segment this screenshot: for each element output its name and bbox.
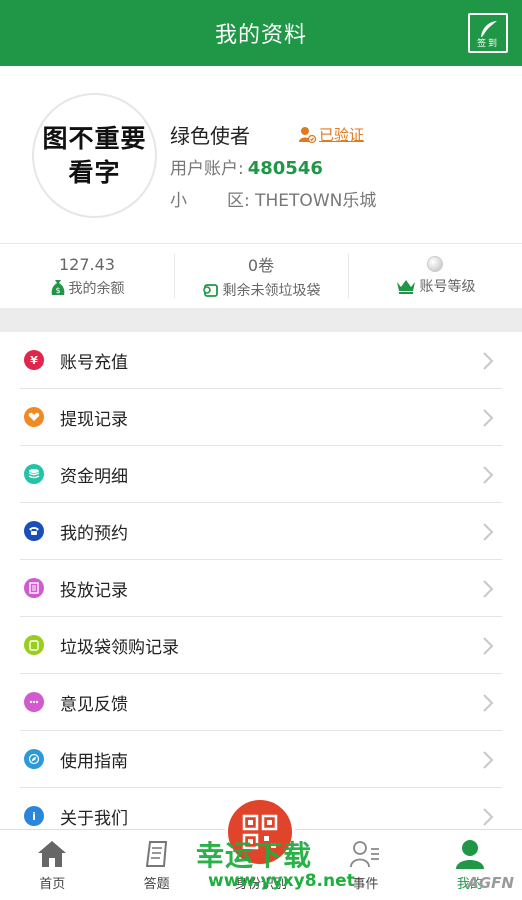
- menu-item-user-guide[interactable]: 使用指南: [20, 731, 502, 788]
- document-icon: [24, 578, 44, 598]
- chevron-right-icon: [483, 523, 494, 541]
- stat-bags[interactable]: 0卷 剩余未领垃圾袋: [174, 244, 348, 308]
- bag-icon: [24, 635, 44, 655]
- balance-value: 127.43: [59, 254, 115, 274]
- chevron-right-icon: [483, 808, 494, 826]
- menu-label: 资金明细: [60, 466, 128, 487]
- community-label-1: 小: [170, 191, 187, 211]
- watermark-brand: AGFN: [467, 874, 514, 892]
- chat-icon: [24, 692, 44, 712]
- compass-icon: [24, 749, 44, 769]
- stat-balance[interactable]: 127.43 $ 我的余额: [0, 244, 174, 308]
- level-label: 账号等级: [419, 279, 476, 295]
- level-badge-icon: [427, 256, 443, 272]
- verified-label: 已验证: [319, 126, 365, 144]
- menu-label: 账号充值: [60, 352, 128, 373]
- money-bag-icon: $: [51, 279, 64, 295]
- account-number: 480546: [247, 158, 323, 179]
- menu-item-disposal-records[interactable]: 投放记录: [20, 560, 502, 617]
- person-icon: [455, 840, 484, 869]
- page-title: 我的资料: [214, 23, 307, 48]
- info-icon: i: [24, 806, 44, 826]
- events-icon: [350, 841, 380, 868]
- nickname: 绿色使者: [170, 124, 250, 148]
- avatar-text-line2: 看字: [68, 157, 121, 187]
- community-value: THETOWN乐城: [255, 191, 377, 211]
- tab-quiz[interactable]: 答题: [104, 830, 208, 900]
- profile-card: 图不重要 看字 绿色使者 已验证 用户账户: 480546 小 区: THETOWN…: [0, 66, 522, 244]
- chevron-right-icon: [483, 352, 494, 370]
- heart-icon: [24, 407, 44, 427]
- chevron-right-icon: [483, 751, 494, 769]
- account-label: 用户账户:: [170, 159, 244, 179]
- balance-label: 我的余额: [68, 280, 125, 297]
- top-bar: 我的资料 签到: [0, 0, 522, 66]
- watermark-text: 幸运下载: [196, 839, 313, 872]
- menu-item-appointments[interactable]: 我的预约: [20, 503, 502, 560]
- section-divider: [0, 308, 522, 332]
- crown-icon: [396, 280, 415, 294]
- tab-label: 事件: [352, 877, 379, 892]
- tab-label: 答题: [143, 877, 170, 892]
- account-row: 用户账户: 480546: [170, 154, 323, 179]
- tab-label: 首页: [39, 877, 66, 892]
- signin-button[interactable]: 签到: [468, 13, 508, 53]
- stats-bar: 127.43 $ 我的余额 0卷 剩余未领垃圾袋 账号等级: [0, 244, 522, 308]
- menu-label: 垃圾袋领购记录: [60, 637, 179, 658]
- svg-text:$: $: [55, 286, 60, 295]
- verified-user-icon: [299, 126, 316, 143]
- menu-label: 投放记录: [60, 580, 128, 601]
- menu-label: 使用指南: [60, 751, 128, 772]
- menu-item-withdraw-history[interactable]: 提现记录: [20, 389, 502, 446]
- chevron-right-icon: [483, 580, 494, 598]
- menu-item-recharge[interactable]: ¥ 账号充值: [20, 332, 502, 389]
- menu-label: 关于我们: [60, 808, 128, 829]
- menu-item-feedback[interactable]: 意见反馈: [20, 674, 502, 731]
- quiz-icon: [145, 841, 167, 867]
- avatar-text-line1: 图不重要: [42, 123, 147, 153]
- chevron-right-icon: [483, 409, 494, 427]
- menu-item-fund-details[interactable]: 资金明细: [20, 446, 502, 503]
- menu-label: 意见反馈: [60, 694, 128, 715]
- menu-label: 我的预约: [60, 523, 128, 544]
- home-icon: [38, 841, 67, 867]
- watermark-url: www.yyxy8.net: [208, 871, 355, 891]
- chevron-right-icon: [483, 694, 494, 712]
- menu-item-bag-purchase-records[interactable]: 垃圾袋领购记录: [20, 617, 502, 674]
- feather-icon: [480, 21, 497, 40]
- bags-label: 剩余未领垃圾袋: [222, 283, 321, 299]
- phone-icon: [24, 521, 44, 541]
- bag-roll-icon: [202, 284, 218, 297]
- verified-badge[interactable]: 已验证: [298, 124, 364, 145]
- database-icon: [24, 464, 44, 484]
- avatar[interactable]: 图不重要 看字: [32, 93, 157, 218]
- tab-home[interactable]: 首页: [0, 830, 104, 900]
- bags-value: 0卷: [247, 256, 275, 275]
- menu-list: ¥ 账号充值 提现记录 资金明细 我的预约 投放记录 垃圾袋领购记录 意见反馈 …: [0, 332, 522, 845]
- chevron-right-icon: [483, 637, 494, 655]
- community-label-2: 区:: [227, 191, 250, 211]
- yen-icon: ¥: [24, 350, 44, 370]
- community-row: 小 区: THETOWN乐城: [170, 186, 376, 211]
- stat-level[interactable]: 账号等级: [348, 244, 522, 308]
- menu-label: 提现记录: [60, 409, 128, 430]
- chevron-right-icon: [483, 466, 494, 484]
